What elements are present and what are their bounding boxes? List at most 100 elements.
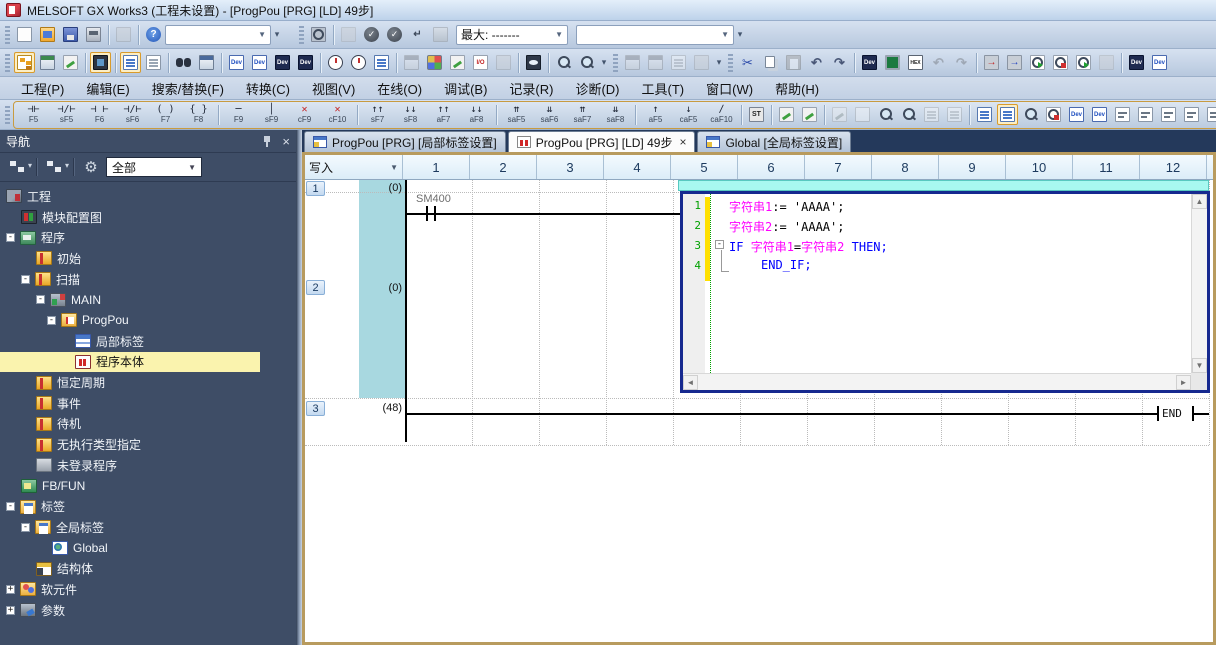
device-jump-button[interactable]: Dev: [1066, 104, 1087, 125]
st-code-line-3[interactable]: IF 字符串1=字符串2 THEN;: [729, 238, 888, 255]
application-instruction-button[interactable]: { }F8: [182, 102, 215, 127]
clock-window-button[interactable]: [348, 52, 369, 73]
monitor-watch-button[interactable]: [1073, 52, 1094, 73]
pulse-ne-branch-button[interactable]: ⇈saF7: [566, 102, 599, 127]
menu-edit[interactable]: 编辑(E): [75, 77, 140, 100]
tree-item-event[interactable]: 事件: [0, 393, 296, 414]
tab-global-label[interactable]: Global [全局标签设置]: [697, 131, 851, 152]
menu-convert[interactable]: 转换(C): [235, 77, 301, 100]
toolbar-grip[interactable]: [5, 26, 10, 44]
scroll-left-button[interactable]: ◄: [683, 375, 698, 390]
tree-item-program[interactable]: -程序: [0, 227, 296, 248]
pulse-ne-branch2-button[interactable]: ⇊saF8: [599, 102, 632, 127]
watch-combo[interactable]: ▼: [576, 25, 734, 45]
collapse-expander[interactable]: -: [6, 502, 15, 511]
rung-number[interactable]: 2: [306, 280, 325, 295]
close-icon[interactable]: ×: [282, 135, 290, 148]
toolbar-grip[interactable]: [299, 26, 304, 44]
io-check-button[interactable]: I/O: [470, 52, 491, 73]
end-instruction[interactable]: END: [1157, 406, 1194, 421]
check-2-button[interactable]: ✓: [384, 24, 405, 45]
indent-in-button[interactable]: [1112, 104, 1133, 125]
pin-icon[interactable]: [262, 135, 272, 147]
st-code-line-4[interactable]: END_IF;: [761, 258, 812, 272]
align-c-button[interactable]: [1204, 104, 1216, 125]
tree-item-struct[interactable]: 结构体: [0, 558, 296, 579]
align-a-button[interactable]: [1158, 104, 1179, 125]
screenshot-button[interactable]: [308, 24, 329, 45]
chevron-down-icon[interactable]: ▼: [252, 30, 266, 39]
tree-item-main[interactable]: -MAIN: [0, 289, 296, 310]
tree-collapse-button[interactable]: [4, 156, 30, 178]
st-vertical-scrollbar[interactable]: ▲ ▼: [1191, 194, 1207, 373]
indent-out-button[interactable]: [1135, 104, 1156, 125]
zoom-tool-button[interactable]: [553, 52, 574, 73]
device-gray-button[interactable]: Dev: [1149, 52, 1170, 73]
toolbar-overflow-button[interactable]: ▾: [598, 57, 610, 68]
coil-button[interactable]: ( )F7: [149, 102, 182, 127]
device-k-button[interactable]: Dev: [859, 52, 880, 73]
write-mode-combo[interactable]: 写入 ▼: [305, 155, 403, 179]
tree-item-program-body[interactable]: 程序本体: [0, 352, 260, 373]
closed-contact-button[interactable]: ⊣/⊢sF5: [50, 102, 83, 127]
project-combo[interactable]: ▼: [165, 25, 271, 45]
toolbar-overflow-button[interactable]: ▾: [734, 29, 746, 40]
check-1-button[interactable]: ✓: [361, 24, 382, 45]
toolbar-overflow-button[interactable]: ▾: [271, 29, 283, 40]
tree-item-global[interactable]: Global: [0, 538, 296, 559]
closed-branch-button[interactable]: ⊣/⊢sF6: [116, 102, 149, 127]
settings-color-button[interactable]: [424, 52, 445, 73]
wrap-on-button[interactable]: [974, 104, 995, 125]
toolbar-grip[interactable]: [613, 54, 618, 72]
menu-view[interactable]: 视图(V): [301, 77, 366, 100]
st-box-button[interactable]: ST: [746, 104, 767, 125]
expand-expander[interactable]: +: [6, 606, 15, 615]
rising-conv-button[interactable]: ↑aF5: [639, 102, 672, 127]
device-write-button[interactable]: Dev: [1089, 104, 1110, 125]
print-button[interactable]: [83, 24, 104, 45]
falling-conv-button[interactable]: ↓caF5: [672, 102, 705, 127]
verify-green-button[interactable]: [1027, 52, 1048, 73]
contact-symbol[interactable]: [426, 206, 428, 221]
menu-online[interactable]: 在线(O): [366, 77, 433, 100]
tree-item-standby[interactable]: 待机: [0, 414, 296, 435]
module-chip-button[interactable]: [90, 52, 111, 73]
toolbar-grip[interactable]: [5, 106, 10, 124]
selected-row-highlight[interactable]: [678, 180, 1209, 191]
new-project-button[interactable]: [14, 24, 35, 45]
chevron-down-icon[interactable]: ▼: [390, 163, 398, 172]
project-tree-button[interactable]: [14, 52, 35, 73]
scroll-right-button[interactable]: ►: [1176, 375, 1191, 390]
tree-order-button[interactable]: [41, 156, 67, 178]
max-combo[interactable]: 最大: -------▼: [456, 25, 568, 45]
open-contact-button[interactable]: ⊣⊢F5: [17, 102, 50, 127]
undo-button[interactable]: ↶: [806, 52, 827, 73]
inline-st-button[interactable]: [776, 104, 797, 125]
expand-expander[interactable]: +: [6, 585, 15, 594]
st-code-line-1[interactable]: 字符串1:= 'AAAA';: [729, 198, 844, 215]
scroll-up-button[interactable]: ▲: [1192, 194, 1207, 209]
tab-progpou-ld[interactable]: ProgPou [PRG] [LD] 49步 ×: [508, 131, 696, 152]
wrap-off-button[interactable]: [997, 104, 1018, 125]
tree-item-parameter[interactable]: +参数: [0, 600, 296, 621]
menu-window[interactable]: 窗口(W): [695, 77, 764, 100]
list-blue-button[interactable]: [120, 52, 141, 73]
rung-number[interactable]: 3: [306, 401, 325, 416]
device-find-button[interactable]: Dev: [226, 52, 247, 73]
device-eye-button[interactable]: [523, 52, 544, 73]
toolbar-overflow-button[interactable]: ▾: [713, 57, 725, 68]
menu-debug[interactable]: 调试(B): [433, 77, 498, 100]
monitor-green-button[interactable]: [882, 52, 903, 73]
list-gray-button[interactable]: [143, 52, 164, 73]
tree-item-no-exec-type[interactable]: 无执行类型指定: [0, 434, 296, 455]
toolbar-grip[interactable]: [728, 54, 733, 72]
outline-button[interactable]: [371, 52, 392, 73]
contact-symbol[interactable]: [434, 206, 436, 221]
collapse-expander[interactable]: -: [21, 523, 30, 532]
tree-item-device[interactable]: +软元件: [0, 579, 296, 600]
align-b-button[interactable]: [1181, 104, 1202, 125]
pulse-ne-contact-button[interactable]: ⇈saF5: [500, 102, 533, 127]
st-horizontal-scrollbar[interactable]: ◄ ►: [683, 373, 1191, 390]
save-button[interactable]: [60, 24, 81, 45]
tree-item-module-config[interactable]: 模块配置图: [0, 207, 296, 228]
